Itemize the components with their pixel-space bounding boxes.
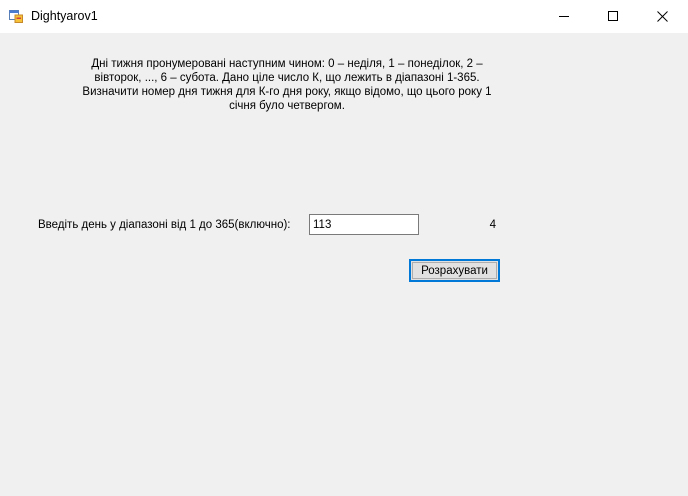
day-input[interactable]	[309, 214, 419, 235]
calculate-button[interactable]: Розрахувати	[409, 259, 500, 282]
description-line: Визначити номер дня тижня для К-го дня р…	[82, 86, 492, 98]
maximize-button[interactable]	[590, 0, 636, 32]
minimize-button[interactable]	[541, 0, 587, 32]
title-bar[interactable]: Dightyarov1	[0, 0, 688, 33]
result-value: 4	[489, 219, 496, 231]
window-title: Dightyarov1	[31, 9, 98, 23]
minimize-icon	[559, 11, 569, 21]
winforms-app-icon[interactable]	[9, 9, 23, 23]
description-line: січня було четвергом.	[229, 100, 345, 112]
calculate-button-label: Розрахувати	[421, 264, 488, 277]
description-line: Дні тижня пронумеровані наступним чином:…	[91, 58, 483, 70]
day-input-label: Введіть день у діапазоні від 1 до 365(вк…	[38, 219, 291, 231]
task-description: Дні тижня пронумеровані наступним чином:…	[62, 57, 512, 113]
description-line: вівторок, ..., 6 – субота. Дано ціле чис…	[94, 72, 480, 84]
maximize-icon	[608, 11, 618, 21]
close-icon	[656, 10, 668, 22]
app-window: Dightyarov1 Дні тижня пронумеровані наст…	[0, 0, 688, 496]
close-button[interactable]	[639, 0, 685, 32]
